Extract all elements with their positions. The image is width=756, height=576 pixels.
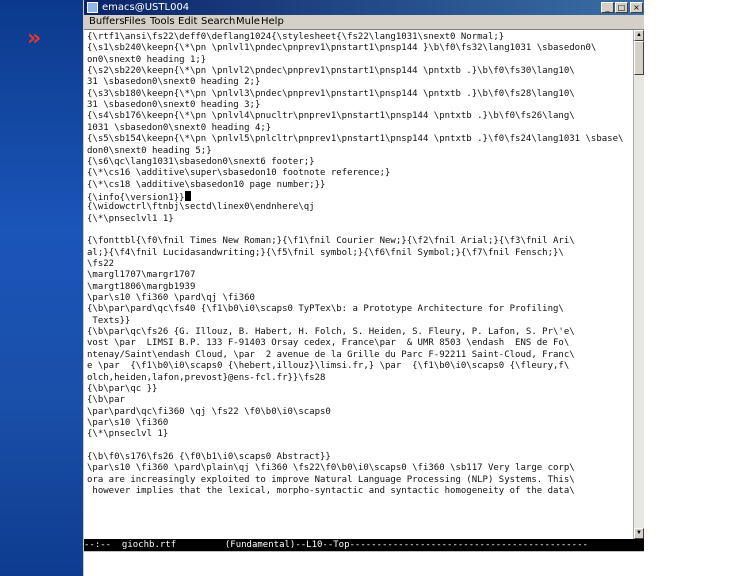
editor-line: 31 \sbasedon0\snext0 heading 3;} (87, 100, 261, 111)
editor-line: {\s2\sb220\keepn{\*\pn \pnlvl2\pndec\pnp… (87, 66, 575, 77)
editor-line: e \par {\f1\b0\i0\scaps0 {\hebert,illouz… (87, 361, 570, 372)
scroll-down-icon[interactable]: ▼ (634, 528, 644, 539)
editor-line: {\*\cs16 \additive\super\sbasedon10 foot… (87, 168, 391, 179)
editor-line: {\b\par\pard\qc\fs40 {\f1\b0\i0\scaps0 T… (87, 304, 564, 315)
maximize-button[interactable]: □ (615, 2, 628, 13)
window-title: emacs@USTL004 (102, 2, 190, 13)
editor-line: vost \par LIMSI B.P. 133 F-91403 Orsay c… (87, 338, 570, 349)
slide-background: » (0, 0, 84, 576)
menu-edit[interactable]: Edit (178, 15, 197, 29)
menu-search[interactable]: Search (201, 15, 235, 29)
menu-mule[interactable]: Mule (236, 15, 260, 29)
editor-line: \par\s10 \fi360 \pard\plain\qj \fi360 \f… (87, 463, 575, 474)
editor-line: \par\s10 \fi360 \pard\qj \fi360 (87, 293, 255, 304)
editor-line: {\widowctrl\ftnbj\sectd\linex0\endnhere\… (87, 202, 315, 213)
editor-line: {\fonttbl{\f0\fnil Times New Roman;}{\f1… (87, 236, 575, 247)
editor-line: ntenay/Saint\endash Cloud, \par 2 avenue… (87, 349, 575, 360)
editor-line: {\rtf1\ansi\fs22\deff0\deflang1024{\styl… (87, 32, 505, 42)
editor-line: {\b\par\qc }} (87, 383, 158, 394)
editor-line: \margl1707\margr1707 (87, 270, 196, 281)
editor-line: however implies that the lexical, morpho… (87, 486, 575, 496)
menu-bar: Buffers Files Tools Edit Search Mule Hel… (84, 15, 644, 30)
vertical-scrollbar[interactable]: ▲ ▼ (633, 30, 644, 539)
editor-line: olch,heiden,lafon,prevost}@ens-fcl.fr}}\… (87, 372, 326, 383)
editor-line: {\s5\sb154\keepn{\*\pn \pnlvl5\pnlcltr\p… (87, 134, 624, 145)
scroll-up-icon[interactable]: ▲ (634, 30, 644, 41)
editor-line: Texts}} (87, 315, 131, 326)
editor-line: \par\pard\qc\fi360 \qj \fs22 \f0\b0\i0\s… (87, 406, 331, 417)
editor-line: on0\snext0 heading 1;} (87, 54, 207, 65)
chevron-icon: » (27, 26, 42, 51)
editor-line: {\b\par\qc\fs26 {G. Illouz, B. Habert, H… (87, 327, 575, 338)
emacs-window: emacs@USTL004 _ □ × Buffers Files Tools … (83, 0, 644, 576)
editor-line: \par\s10 \fi360 (87, 417, 169, 428)
title-bar[interactable]: emacs@USTL004 _ □ × (84, 0, 644, 15)
editor-line: {\b\par (87, 395, 125, 406)
editor-line: {\*\pnseclvl1 1} (87, 213, 174, 224)
editor-line: {\b\f0\s176\fs26 {\f0\b1\i0\scaps0 Abstr… (87, 451, 331, 462)
menu-files[interactable]: Files (124, 15, 146, 29)
slide-background-right (642, 0, 756, 576)
editor-line: {\s1\sb240\keepn{\*\pn \pnlvl1\pndec\pnp… (87, 43, 597, 54)
minibuffer[interactable] (84, 551, 644, 565)
minimize-button[interactable]: _ (601, 2, 614, 13)
emacs-app-icon[interactable] (87, 2, 98, 13)
menu-buffers[interactable]: Buffers (89, 15, 125, 29)
close-button[interactable]: × (630, 2, 643, 13)
editor-line: 1031 \sbasedon0\snext0 heading 4;} (87, 122, 272, 133)
editor-line: {\*\pnseclvl 1} (87, 429, 169, 440)
editor-line: {\*\cs18 \additive\sbasedon10 page numbe… (87, 179, 326, 190)
editor-line: \fs22 (87, 259, 115, 269)
menu-tools[interactable]: Tools (150, 15, 175, 29)
scrollbar-thumb[interactable] (634, 41, 644, 75)
editor-line: {\s6\qc\lang1031\sbasedon0\snext6 footer… (87, 156, 315, 167)
editor-line: \margt1806\margb1939 (87, 281, 196, 292)
editor-line: {\s3\sb180\keepn{\*\pn \pnlvl3\pndec\pnp… (87, 88, 575, 99)
menu-help[interactable]: Help (261, 15, 284, 29)
editor-line: {\s4\sb176\keepn{\*\pn \pnlvl4\pnucltr\p… (87, 111, 575, 122)
text-cursor (184, 190, 191, 201)
editor-line: 31 \sbasedon0\snext0 heading 2;} (87, 77, 261, 88)
editor-text-area[interactable]: {\rtf1\ansi\fs22\deff0\deflang1024{\styl… (84, 30, 633, 539)
editor-line: al;}{\f4\fnil Lucidasandwriting;}{\f5\fn… (87, 247, 564, 258)
editor-line: ora are increasingly exploited to improv… (87, 474, 575, 485)
editor-line: don0\snext0 heading 5;} (87, 145, 212, 156)
mode-line: --:-- giochb.rtf (Fundamental)--L10--Top… (84, 539, 644, 551)
